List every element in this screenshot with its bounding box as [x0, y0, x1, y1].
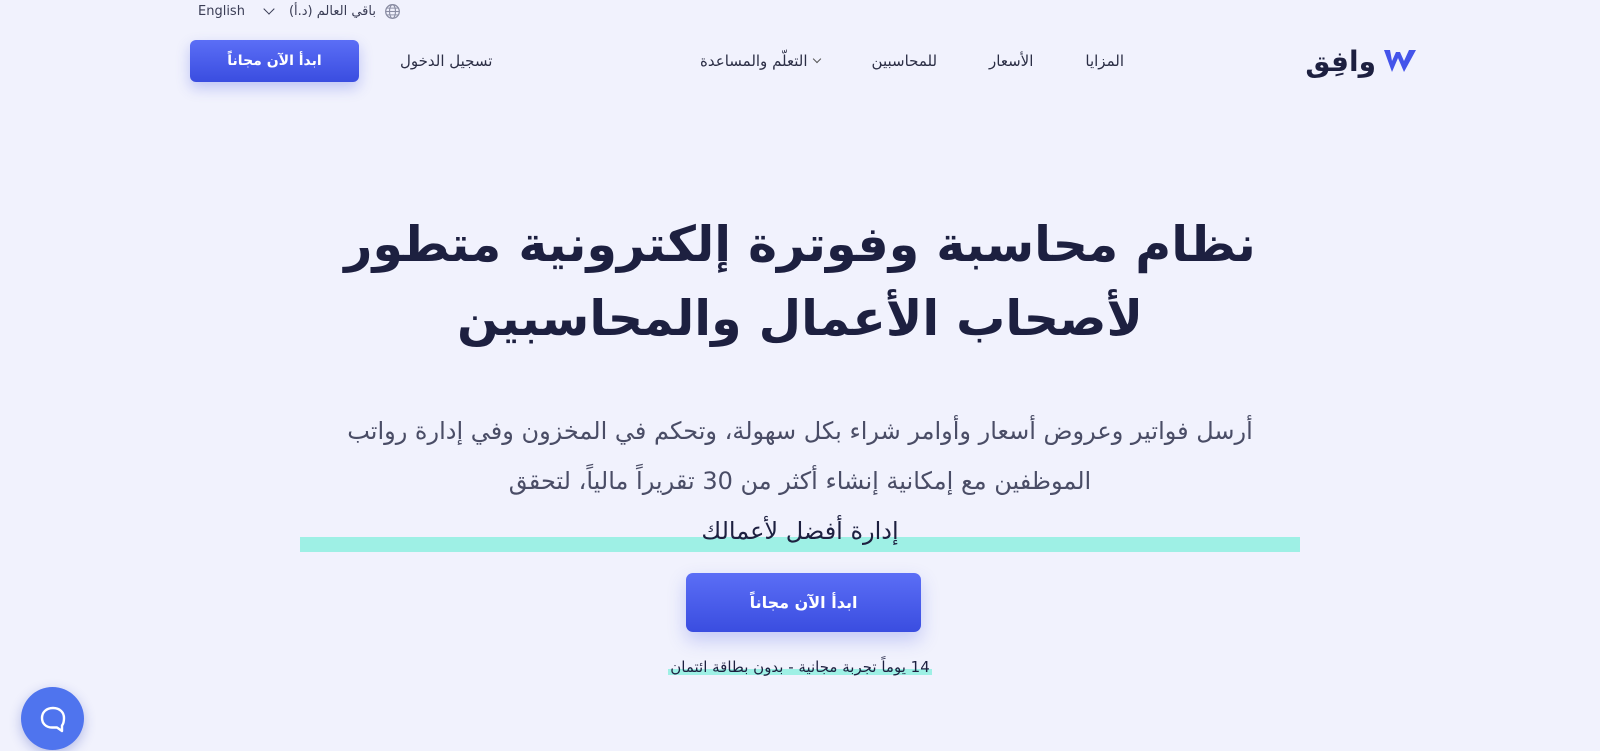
- region-label: باقي العالم (د.أ): [288, 3, 376, 19]
- hero-subtitle-highlight: إدارة أفضل لأعمالك: [300, 506, 1300, 556]
- logo[interactable]: وافِق: [1305, 42, 1418, 80]
- hero-subtitle-line-1: أرسل فواتير وعروض أسعار وأوامر شراء بكل …: [347, 417, 1253, 445]
- nav-item-label: الأسعار: [989, 52, 1034, 70]
- hero-subtitle-line-2-text: الموظفين مع إمكانية إنشاء أكثر من 30 تقر…: [508, 467, 1092, 495]
- chevron-down-icon: [812, 54, 821, 64]
- chat-icon: [40, 706, 65, 732]
- region-selector[interactable]: باقي العالم (د.أ): [289, 3, 401, 20]
- nav-item-accountants[interactable]: للمحاسبين: [872, 52, 938, 70]
- nav-links: المزايا الأسعار للمحاسبين التعلّم والمسا…: [700, 40, 1124, 82]
- logo-mark-icon: [1384, 50, 1416, 72]
- chat-launcher[interactable]: [21, 687, 84, 750]
- main-nav: ابدأ الآن مجاناً تسجيل الدخول المزايا ال…: [0, 40, 1600, 82]
- hero-title: نظام محاسبة وفوترة إلكترونية متطور لأصحا…: [0, 208, 1600, 356]
- nav-item-label: المزايا: [1085, 52, 1124, 70]
- nav-item-learning-help[interactable]: التعلّم والمساعدة: [700, 52, 821, 70]
- trial-note-text: 14 يوماً تجربة مجانية - بدون بطاقة ائتما…: [668, 658, 932, 676]
- language-label: English: [198, 3, 245, 19]
- start-free-button-nav[interactable]: ابدأ الآن مجاناً: [190, 40, 359, 82]
- start-free-button-hero[interactable]: ابدأ الآن مجاناً: [686, 573, 921, 632]
- nav-item-label: التعلّم والمساعدة: [700, 52, 808, 70]
- trial-note: 14 يوماً تجربة مجانية - بدون بطاقة ائتما…: [0, 658, 1600, 676]
- hero-title-line-1: نظام محاسبة وفوترة إلكترونية متطور: [344, 216, 1256, 273]
- hero-title-line-2: لأصحاب الأعمال والمحاسبين: [457, 290, 1143, 347]
- nav-item-features[interactable]: المزايا: [1085, 52, 1124, 70]
- language-switcher[interactable]: English: [198, 2, 275, 19]
- utility-bar: English باقي العالم (د.أ): [198, 0, 401, 22]
- nav-item-label: للمحاسبين: [871, 52, 938, 70]
- logo-text: وافِق: [1305, 44, 1377, 78]
- globe-icon: [385, 3, 400, 19]
- chevron-down-icon: [263, 2, 275, 15]
- nav-item-pricing[interactable]: الأسعار: [989, 52, 1033, 70]
- login-link[interactable]: تسجيل الدخول: [400, 40, 492, 82]
